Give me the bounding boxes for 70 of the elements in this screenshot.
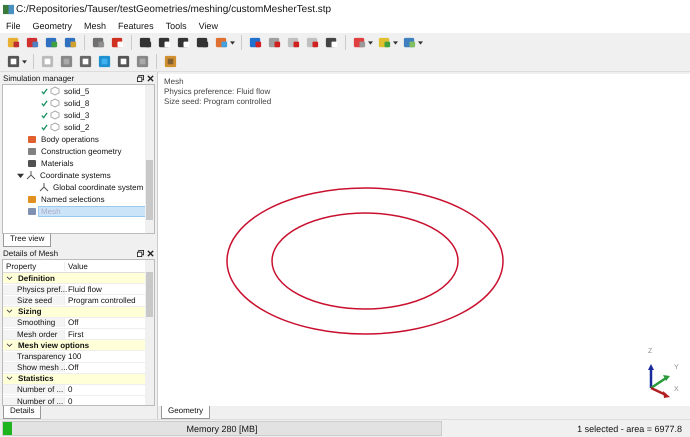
group-label: Definition (18, 274, 55, 283)
tree-item[interactable]: Construction geometry (39, 146, 124, 156)
property-cell: Physics pref... (3, 284, 65, 294)
value-cell-text: 0 (67, 396, 74, 405)
menu-item[interactable]: Tools (166, 21, 187, 31)
property-cell: Number of ... (3, 385, 65, 394)
group-label: Sizing (18, 307, 42, 316)
chevron-icon[interactable] (6, 376, 13, 382)
caret-icon[interactable] (368, 40, 373, 44)
panel-title: Details of Mesh (3, 248, 60, 258)
group-row[interactable]: Definition (3, 273, 145, 284)
property-cell: Mesh order (3, 330, 65, 339)
menu-item[interactable]: Features (118, 21, 154, 31)
status-text: 1 selected - area = 6977.8 (577, 424, 683, 434)
tree-item[interactable]: Body operations (39, 134, 101, 144)
app-icon (3, 4, 14, 15)
property-cell: Size seed (3, 296, 65, 305)
caret-icon[interactable] (393, 40, 398, 44)
tree-item[interactable]: Coordinate systems (38, 170, 113, 180)
tree-item[interactable]: solid_2 (62, 122, 92, 132)
tree-item[interactable]: solid_3 (62, 110, 92, 120)
caret-icon[interactable] (22, 60, 27, 64)
group-label: Mesh view options (18, 340, 90, 350)
property-cell: Number of ... (3, 396, 65, 405)
chevron-icon[interactable] (6, 309, 13, 314)
value-cell-text: Program controlled (67, 296, 137, 305)
float-icon[interactable] (137, 74, 144, 82)
menu-item[interactable]: View (198, 21, 218, 31)
property-cell: Smoothing (3, 318, 65, 328)
property-cell: Transparency (3, 352, 65, 361)
menu-item[interactable]: Mesh (84, 21, 106, 31)
scrollbar[interactable] (145, 85, 154, 233)
close-icon[interactable] (147, 74, 154, 82)
close-icon[interactable] (147, 250, 154, 256)
menu-item[interactable]: File (6, 21, 21, 31)
axes-icon (39, 182, 49, 192)
value-cell-text: 0 (67, 385, 74, 394)
group-row[interactable]: Statistics (3, 374, 145, 385)
tree-item[interactable]: Global coordinate system (51, 182, 146, 192)
value-cell-text: Off (67, 318, 80, 328)
info-text: Mesh (164, 77, 185, 87)
axes-icon (26, 170, 36, 180)
tree-item[interactable]: solid_5 (62, 86, 92, 96)
tree-item[interactable]: Materials (39, 158, 76, 168)
tab[interactable]: Geometry (161, 406, 210, 419)
tree-item[interactable]: solid_8 (62, 98, 92, 108)
chevron-icon[interactable] (6, 276, 13, 281)
tab[interactable]: Details (3, 406, 42, 419)
tab[interactable]: Tree view (3, 234, 52, 247)
column-header: Property (3, 262, 65, 270)
column-header: Value (67, 262, 89, 270)
value-cell-text: First (67, 330, 85, 339)
caret-icon[interactable] (418, 40, 423, 44)
group-label: Statistics (18, 374, 54, 384)
tree-item[interactable]: Named selections (39, 194, 107, 204)
panel-title: Simulation manager (3, 74, 76, 82)
caret-icon[interactable] (230, 40, 235, 44)
expand-arrow-icon[interactable] (17, 172, 24, 178)
info-text: Size seed: Program controlled (164, 97, 272, 107)
chevron-icon[interactable] (6, 342, 13, 348)
group-row[interactable]: Sizing (3, 306, 145, 318)
menu-item[interactable]: Geometry (32, 21, 72, 31)
memory-label: Memory 280 [MB] (186, 424, 258, 434)
scrollbar[interactable] (145, 260, 154, 405)
property-cell: Show mesh ... (3, 363, 65, 372)
float-icon[interactable] (137, 250, 144, 256)
window-title: C:/Repositories/Tauser/testGeometries/meshing/customMesherTest.stp (16, 4, 332, 15)
info-text: Physics preference: Fluid flow (164, 87, 272, 97)
group-row[interactable]: Mesh view options (3, 340, 145, 352)
value-cell-text: 100 (67, 352, 82, 361)
